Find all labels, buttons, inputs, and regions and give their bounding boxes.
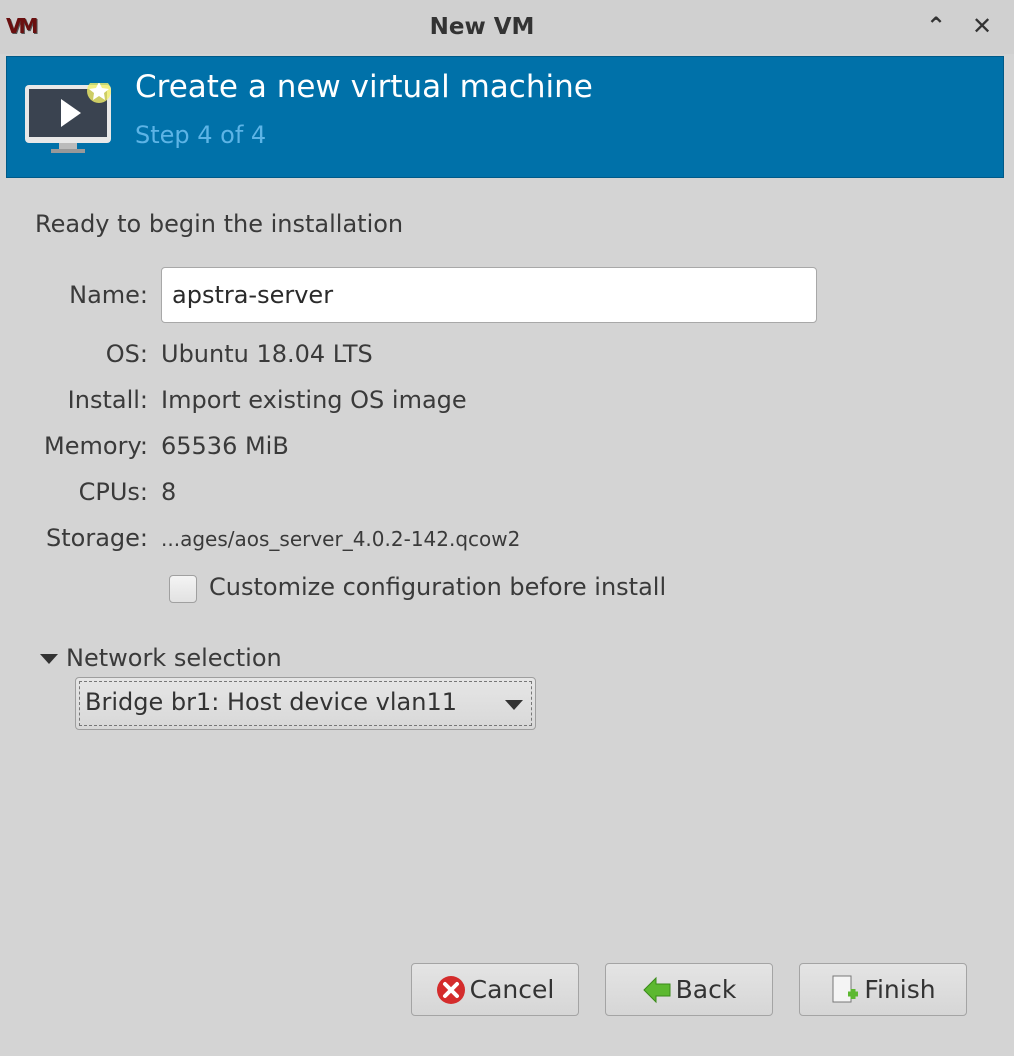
- cancel-label: Cancel: [469, 975, 555, 1004]
- network-source-dropdown[interactable]: Bridge br1: Host device vlan11: [75, 677, 536, 730]
- install-value: Import existing OS image: [161, 386, 467, 414]
- chevron-down-icon: [505, 700, 523, 710]
- title-bar: VM New VM ⌃ ✕: [0, 0, 1014, 54]
- window-title: New VM: [429, 14, 535, 40]
- back-button[interactable]: Back: [605, 963, 773, 1016]
- cpus-label: CPUs:: [78, 478, 148, 506]
- cpus-value: 8: [161, 478, 177, 506]
- back-label: Back: [675, 975, 737, 1004]
- step-indicator: Step 4 of 4: [135, 121, 267, 149]
- os-label: OS:: [105, 340, 148, 368]
- network-selection-expander[interactable]: Network selection: [40, 644, 282, 672]
- name-label: Name:: [69, 281, 148, 309]
- customize-checkbox[interactable]: [169, 575, 197, 603]
- expander-arrow-icon: [40, 654, 58, 664]
- summary-heading: Ready to begin the installation: [35, 210, 404, 238]
- install-label: Install:: [67, 386, 148, 414]
- network-selection-label: Network selection: [66, 644, 282, 672]
- virtual-machine-icon: [25, 83, 111, 153]
- network-source-value: Bridge br1: Host device vlan11: [85, 688, 458, 716]
- os-value: Ubuntu 18.04 LTS: [161, 340, 373, 368]
- wizard-banner: Create a new virtual machine Step 4 of 4: [6, 56, 1004, 178]
- chevron-up-icon[interactable]: ⌃: [926, 12, 946, 40]
- storage-label: Storage:: [46, 524, 148, 552]
- cancel-button[interactable]: Cancel: [411, 963, 579, 1016]
- cancel-icon: [436, 975, 465, 1004]
- finish-label: Finish: [864, 975, 936, 1004]
- finish-button[interactable]: Finish: [799, 963, 967, 1016]
- banner-title: Create a new virtual machine: [135, 69, 593, 105]
- new-document-icon: [832, 975, 859, 1002]
- storage-value: ...ages/aos_server_4.0.2-142.qcow2: [161, 527, 521, 551]
- memory-label: Memory:: [44, 432, 148, 460]
- name-input[interactable]: [161, 267, 817, 323]
- back-arrow-icon: [642, 976, 671, 1003]
- customize-label[interactable]: Customize configuration before install: [209, 573, 666, 601]
- memory-value: 65536 MiB: [161, 432, 289, 460]
- close-icon[interactable]: ✕: [972, 12, 992, 40]
